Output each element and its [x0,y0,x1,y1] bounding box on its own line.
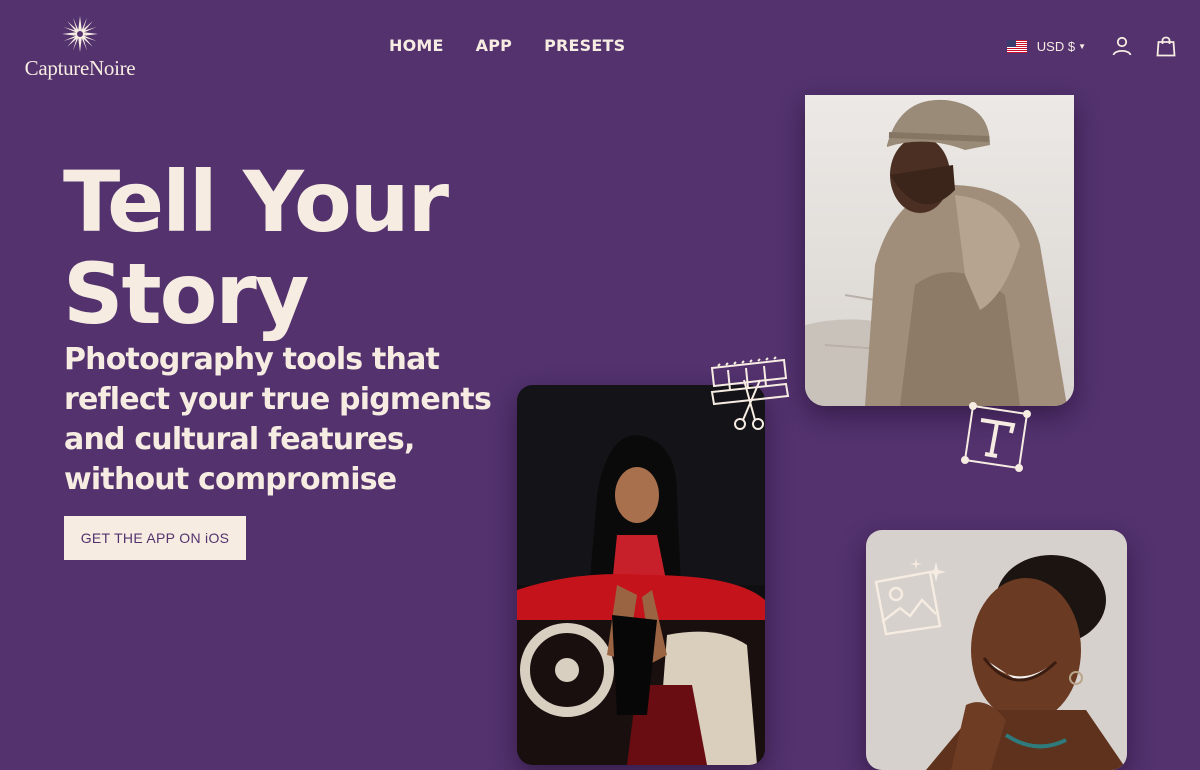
image-sparkle-icon [874,558,946,636]
text-tool-icon [961,402,1031,472]
main-nav: HOME APP PRESETS [389,36,625,55]
photo-woman-red-car [517,385,765,765]
chevron-down-icon: ▼ [1078,41,1086,51]
utility-bar: USD $ ▼ [1006,34,1178,58]
nav-presets[interactable]: PRESETS [544,36,625,55]
brand-name: CaptureNoire [24,56,136,80]
nav-home[interactable]: HOME [389,36,444,55]
currency-selector[interactable]: USD $ ▼ [1006,38,1086,54]
user-icon[interactable] [1110,34,1134,58]
brand-logo[interactable]: CaptureNoire [24,14,136,81]
hero-subtitle: Photography tools that reflect your true… [64,342,492,497]
photo-man-puffer-jacket [805,95,1074,406]
nav-app[interactable]: APP [476,36,512,55]
hero-title: Tell Your Story [63,153,449,343]
get-app-ios-button[interactable]: GET THE APP ON iOS [64,516,246,560]
currency-label: USD $ [1036,38,1076,54]
shopping-bag-icon[interactable] [1154,34,1178,58]
film-scissors-icon [710,356,790,430]
sunburst-logo-icon [62,16,98,52]
us-flag-icon [1006,39,1027,53]
